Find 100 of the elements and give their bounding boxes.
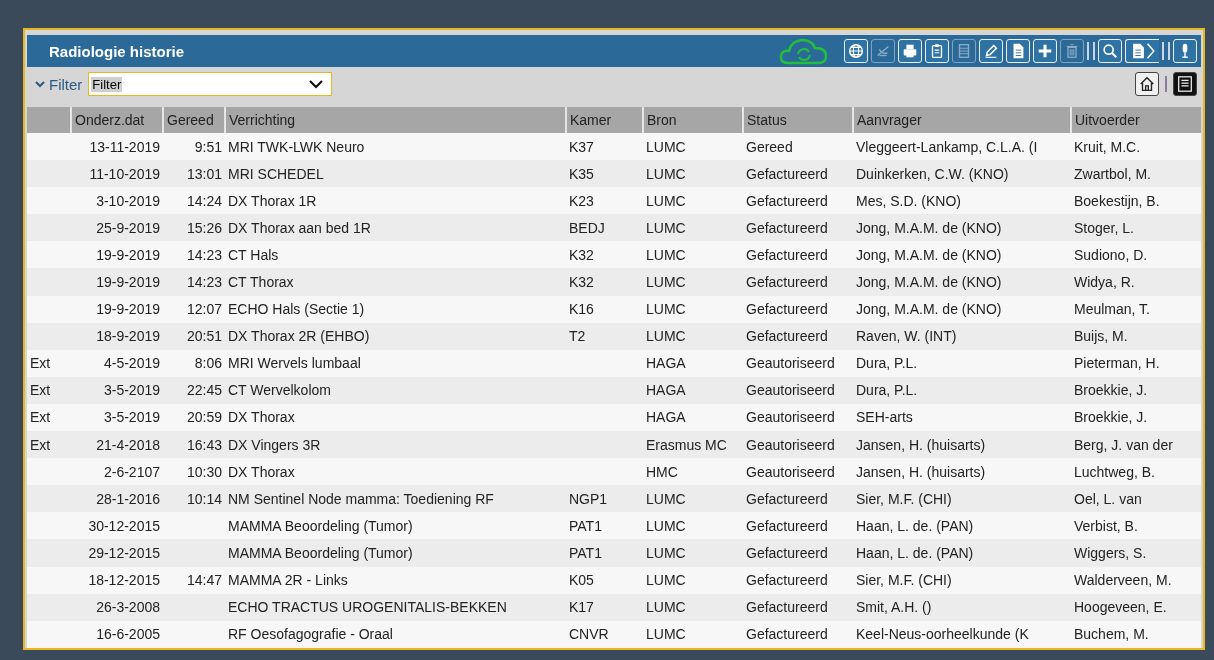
performer-cell: Verbist, B. (1074, 517, 1138, 534)
source-cell: LUMC (646, 274, 686, 290)
date-cell: 2-6-2107 (103, 463, 160, 480)
time-cell: 22:45 (186, 382, 222, 399)
status-cell: Gefactureerd (746, 544, 828, 561)
performer-cell: Kruit, M.C. (1074, 138, 1141, 155)
column-header[interactable]: Onderz.dat (71, 107, 163, 133)
microphone-button[interactable] (1173, 39, 1197, 63)
column-header[interactable]: Gereed (163, 107, 225, 133)
date-cell: 26-3-2008 (96, 599, 160, 616)
performer-cell: Berg, J. van der (1074, 436, 1173, 453)
date-cell: 3-10-2019 (96, 192, 160, 209)
search-button[interactable] (1098, 39, 1122, 63)
source-cell: LUMC (646, 192, 686, 209)
column-header[interactable]: Uitvoerder (1071, 107, 1201, 133)
procedure-cell: MAMMA Beoordeling (Tumor) (228, 517, 413, 534)
time-cell: 10:14 (186, 490, 222, 507)
requester-cell: Raven, W. (INT) (856, 328, 957, 345)
date-cell: 19-9-2019 (96, 246, 160, 263)
column-header[interactable]: Verrichting (225, 107, 566, 133)
source-cell: LUMC (646, 138, 686, 155)
requester-cell: Jong, M.A.M. de (KNO) (856, 219, 1002, 236)
add-button[interactable] (1033, 39, 1057, 63)
performer-cell: Broekkie, J. (1074, 382, 1148, 399)
procedure-cell: ECHO TRACTUS UROGENITALIS-BEKKEN (228, 599, 507, 616)
source-cell: LUMC (646, 219, 686, 236)
performer-cell: Buijs, M. (1074, 328, 1128, 345)
date-cell: 25-9-2019 (96, 219, 160, 236)
date-cell: 16-6-2005 (96, 626, 160, 643)
source-cell: LUMC (646, 301, 686, 318)
performer-cell: Boekestijn, B. (1074, 192, 1160, 209)
export-button[interactable] (1125, 39, 1159, 63)
status-cell: Gefactureerd (746, 517, 828, 534)
home-button[interactable] (1135, 72, 1159, 96)
procedure-cell: ECHO Hals (Sectie 1) (228, 301, 365, 318)
requester-cell: Dura, P.L. (856, 382, 918, 399)
status-cell: Gefactureerd (746, 192, 828, 209)
performer-cell: Zwartbol, M. (1074, 165, 1151, 182)
clipboard-button[interactable] (925, 39, 949, 63)
requester-cell: Duinkerken, C.W. (KNO) (856, 165, 1009, 182)
procedure-cell: RF Oesofagografie - Oraal (228, 626, 393, 643)
date-cell: 3-5-2019 (103, 409, 160, 426)
time-cell: 15:26 (186, 219, 222, 236)
procedure-cell: MRI Wervels lumbaal (228, 355, 361, 372)
save-button[interactable] (1173, 72, 1197, 96)
date-cell: 18-12-2015 (88, 572, 160, 589)
status-cell: Geautoriseerd (746, 382, 835, 399)
source-cell: HMC (646, 463, 678, 480)
status-cell: Geautoriseerd (746, 436, 835, 453)
requester-cell: Vleggeert-Lankamp, C.L.A. (I (856, 138, 1038, 155)
status-cell: Gefactureerd (746, 626, 828, 643)
source-cell: LUMC (646, 328, 686, 345)
room-cell: K16 (569, 301, 594, 318)
time-cell: 20:59 (186, 409, 222, 426)
requester-cell: Jong, M.A.M. de (KNO) (856, 246, 1002, 263)
room-cell: T2 (569, 328, 586, 345)
date-cell: 19-9-2019 (96, 274, 160, 290)
procedure-cell: CT Hals (228, 246, 279, 263)
time-cell: 20:51 (186, 328, 222, 345)
status-cell: Gefactureerd (746, 490, 828, 507)
print-button[interactable] (898, 39, 922, 63)
column-header[interactable]: Status (743, 107, 853, 133)
date-cell: 13-11-2019 (89, 138, 160, 155)
room-cell: K37 (569, 138, 594, 155)
room-cell: K23 (569, 192, 594, 209)
date-cell: 18-9-2019 (96, 328, 160, 345)
chevron-down-icon[interactable] (35, 80, 45, 88)
procedure-cell: MAMMA Beoordeling (Tumor) (228, 544, 413, 561)
performer-cell: Widya, R. (1074, 274, 1135, 290)
window-title: Radiologie historie (49, 42, 185, 60)
performer-cell: Sudiono, D. (1074, 246, 1148, 263)
requester-cell: Keel-Neus-oorheelkunde (K (856, 626, 1029, 643)
requester-cell: Mes, S.D. (KNO) (856, 192, 961, 209)
status-cell: Gefactureerd (746, 328, 828, 345)
edit-button[interactable] (979, 39, 1003, 63)
procedure-cell: DX Thorax (228, 409, 295, 426)
column-header[interactable]: Bron (643, 107, 743, 133)
toolbar-separator (1162, 42, 1170, 60)
source-cell: LUMC (646, 165, 686, 182)
requester-cell: Sier, M.F. (CHI) (856, 490, 952, 507)
procedure-cell: NM Sentinel Node mamma: Toediening RF (228, 490, 494, 507)
performer-cell: Pieterman, H. (1074, 355, 1160, 372)
source-cell: LUMC (646, 490, 686, 507)
performer-cell: Wiggers, S. (1074, 544, 1147, 561)
time-cell: 13:01 (186, 165, 222, 182)
globe-button[interactable] (844, 39, 868, 63)
filter-dropdown[interactable]: Filter (88, 72, 333, 96)
column-header[interactable]: Kamer (566, 107, 643, 133)
origin-cell: Ext (30, 436, 51, 453)
source-cell: HAGA (646, 355, 686, 372)
room-cell: K32 (569, 246, 594, 263)
requester-cell: SEH-arts (856, 409, 913, 426)
time-cell: 14:23 (186, 274, 222, 290)
time-cell: 8:06 (194, 355, 222, 372)
room-cell: K17 (569, 599, 594, 616)
home-icon (1138, 75, 1156, 93)
requester-cell: Dura, P.L. (856, 355, 918, 372)
column-header[interactable]: Aanvrager (853, 107, 1071, 133)
source-cell: LUMC (646, 599, 686, 616)
document-button[interactable] (1006, 39, 1030, 63)
